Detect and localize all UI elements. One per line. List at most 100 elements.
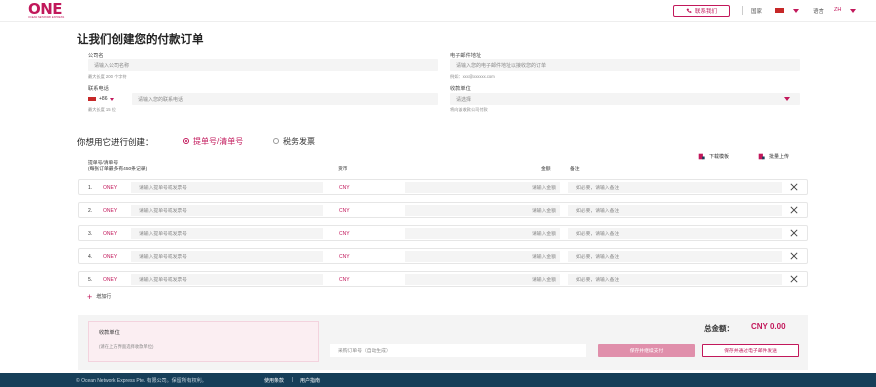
row-number: 2. bbox=[88, 208, 93, 214]
row-currency: CNY bbox=[339, 277, 350, 283]
row-amount-input[interactable]: 请输入金额 bbox=[405, 182, 560, 193]
col-header-bl: 提单号/清单号 (每张订单最多有450条记录) bbox=[88, 161, 147, 173]
col-header-bl-subtitle: (每张订单最多有450条记录) bbox=[88, 167, 148, 172]
header-border bbox=[0, 21, 876, 22]
table-row: 3. ONEY 请输入提单号或发票号 CNY 请输入金额 如必要，请输入备注 bbox=[78, 225, 808, 241]
footer-guide-link[interactable]: 用户指南 bbox=[300, 377, 320, 384]
row-remark-input[interactable]: 如必要，请输入备注 bbox=[568, 228, 782, 239]
table-row: 2. ONEY 请输入提单号或发票号 CNY 请输入金额 如必要，请输入备注 bbox=[78, 202, 808, 218]
row-remark-input[interactable]: 如必要，请输入备注 bbox=[568, 205, 782, 216]
footer-terms-link[interactable]: 使用条款 bbox=[264, 377, 284, 384]
row-bl-input[interactable]: 请输入提单号或发票号 bbox=[131, 182, 323, 193]
phone-country-code: +86 bbox=[99, 96, 108, 102]
col-header-currency: 货币 bbox=[338, 167, 348, 172]
language-value[interactable]: ZH bbox=[834, 7, 841, 13]
row-bl-prefix: ONEY bbox=[103, 185, 118, 191]
row-currency: CNY bbox=[339, 208, 350, 214]
email-label: 电子邮件地址 bbox=[450, 53, 482, 59]
country-chevron-down-icon[interactable] bbox=[793, 9, 799, 13]
row-amount-input[interactable]: 请输入金额 bbox=[405, 274, 560, 285]
page-title: 让我们创建您的付款订单 bbox=[77, 34, 204, 46]
row-remark-input[interactable]: 如必要，请输入备注 bbox=[568, 274, 782, 285]
language-chevron-down-icon[interactable] bbox=[850, 9, 856, 13]
row-amount-input[interactable]: 请输入金额 bbox=[405, 228, 560, 239]
order-reference-input[interactable]: 采购订单号（自动生成） bbox=[330, 344, 586, 357]
phone-hint: 最大长度 15 位 bbox=[88, 107, 116, 112]
col-header-amount: 金额 bbox=[541, 167, 551, 172]
row-bl-input[interactable]: 请输入提单号或发票号 bbox=[131, 251, 323, 262]
download-template-label: 下载模板 bbox=[709, 153, 730, 160]
row-bl-prefix: ONEY bbox=[103, 208, 118, 214]
row-amount-input[interactable]: 请输入金额 bbox=[405, 205, 560, 216]
email-hint: 例如：xxx@xxxxxx.com bbox=[450, 74, 495, 79]
company-hint: 最大长度 200 个字符 bbox=[88, 74, 127, 79]
row-number: 5. bbox=[88, 277, 93, 283]
row-bl-prefix: ONEY bbox=[103, 231, 118, 237]
country-label: 国家 bbox=[751, 9, 763, 15]
row-remark-input[interactable]: 如必要，请输入备注 bbox=[568, 182, 782, 193]
row-bl-prefix: ONEY bbox=[103, 254, 118, 260]
row-number: 3. bbox=[88, 231, 93, 237]
row-bl-input[interactable]: 请输入提单号或发票号 bbox=[131, 228, 323, 239]
company-input[interactable]: 请输入公司名称 bbox=[88, 59, 438, 71]
save-and-pay-button[interactable]: 保存并继续支付 bbox=[598, 344, 695, 357]
radio-invoice-label[interactable]: 税务发票 bbox=[283, 136, 315, 147]
radio-bl-label[interactable]: 提单号/清单号 bbox=[193, 136, 243, 147]
col-header-remark: 备注 bbox=[570, 167, 580, 172]
create-with-label: 你想用它进行创建： bbox=[77, 137, 154, 147]
table-row: 4. ONEY 请输入提单号或发票号 CNY 请输入金额 如必要，请输入备注 bbox=[78, 248, 808, 264]
footer-copyright: © Ocean Network Express Pte. 有限公司。保留所有权利… bbox=[76, 378, 207, 384]
bulk-upload-label: 批量上传 bbox=[769, 153, 790, 160]
row-bl-prefix: ONEY bbox=[103, 277, 118, 283]
phone-label: 联系电话 bbox=[88, 86, 109, 92]
plus-icon: + bbox=[87, 291, 93, 302]
phone-country-select[interactable]: +86 bbox=[88, 93, 130, 105]
close-icon[interactable] bbox=[790, 183, 798, 191]
payee-chevron-down-icon[interactable] bbox=[784, 97, 790, 101]
footer-separator: | bbox=[292, 377, 294, 383]
language-label: 语言 bbox=[813, 9, 825, 15]
download-template-button[interactable]: 下载模板 bbox=[698, 150, 729, 162]
order-summary: 收款单位 (请在上方界面选择收款单位) 总金额： CNY 0.00 采购订单号（… bbox=[78, 315, 808, 370]
row-bl-input[interactable]: 请输入提单号或发票号 bbox=[131, 205, 323, 216]
payee-summary-hint: (请在上方界面选择收款单位) bbox=[99, 344, 154, 349]
close-icon[interactable] bbox=[790, 275, 798, 283]
add-row-button[interactable]: + 增加行 bbox=[87, 291, 111, 302]
payee-hint: 将向该收款公司付款 bbox=[450, 107, 488, 112]
payee-select[interactable]: 请选择 bbox=[450, 93, 800, 105]
upload-file-icon bbox=[758, 153, 765, 159]
one-logo[interactable]: ONE OCEAN NETWORK EXPRESS bbox=[28, 0, 65, 20]
total-amount-label: 总金额： bbox=[704, 324, 734, 333]
table-row: 1. ONEY 请输入提单号或发票号 CNY 请输入金额 如必要，请输入备注 bbox=[78, 179, 808, 195]
radio-bl-option[interactable] bbox=[183, 138, 189, 144]
row-remark-input[interactable]: 如必要，请输入备注 bbox=[568, 251, 782, 262]
footer: © Ocean Network Express Pte. 有限公司。保留所有权利… bbox=[0, 373, 876, 387]
chevron-down-icon bbox=[110, 97, 115, 101]
row-currency: CNY bbox=[339, 254, 350, 260]
bulk-upload-button[interactable]: 批量上传 bbox=[758, 150, 789, 162]
row-bl-input[interactable]: 请输入提单号或发票号 bbox=[131, 274, 323, 285]
payee-select-value: 请选择 bbox=[456, 96, 472, 103]
logo-tagline: OCEAN NETWORK EXPRESS bbox=[28, 16, 65, 19]
close-icon[interactable] bbox=[790, 206, 798, 214]
total-amount-value: CNY 0.00 bbox=[751, 322, 786, 331]
payee-summary-title: 收款单位 bbox=[99, 330, 120, 336]
row-number: 1. bbox=[88, 185, 93, 191]
logo-text: ONE bbox=[28, 0, 63, 18]
save-and-email-button[interactable]: 保存并通过电子邮件发送 bbox=[702, 344, 799, 357]
china-flag-icon bbox=[88, 97, 96, 101]
payee-summary-box: 收款单位 (请在上方界面选择收款单位) bbox=[88, 321, 319, 362]
close-icon[interactable] bbox=[790, 252, 798, 260]
phone-icon bbox=[686, 8, 692, 13]
close-icon[interactable] bbox=[790, 229, 798, 237]
header-divider bbox=[742, 6, 743, 15]
radio-invoice-option[interactable] bbox=[273, 138, 279, 144]
row-currency: CNY bbox=[339, 231, 350, 237]
email-input[interactable]: 请输入您的电子邮件地址以接收您的订单 bbox=[450, 59, 800, 71]
row-amount-input[interactable]: 请输入金额 bbox=[405, 251, 560, 262]
contact-us-button[interactable]: 联系我们 bbox=[673, 5, 730, 17]
table-row: 5. ONEY 请输入提单号或发票号 CNY 请输入金额 如必要，请输入备注 bbox=[78, 271, 808, 287]
china-flag-icon[interactable] bbox=[775, 8, 784, 13]
phone-input[interactable]: 请输入您的联系电话 bbox=[132, 93, 438, 105]
payee-label: 收款单位 bbox=[450, 86, 471, 92]
